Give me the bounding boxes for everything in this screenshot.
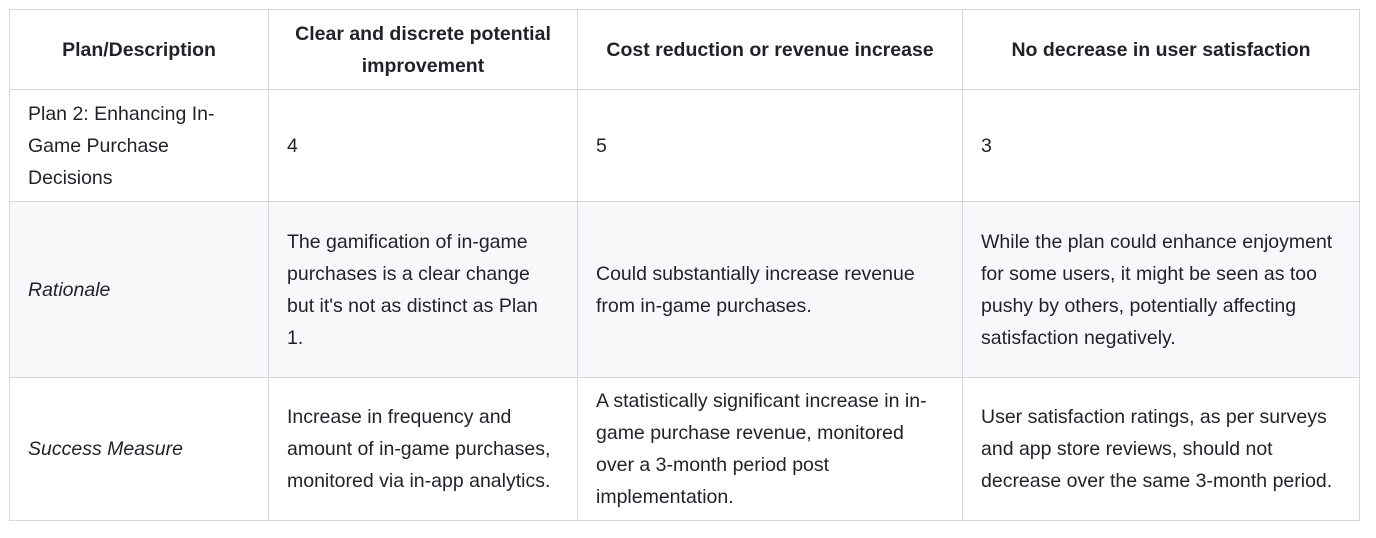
success-revenue-cell: A statistically significant increase in … (577, 377, 963, 521)
header-user-satisfaction: No decrease in user satisfaction (962, 9, 1360, 90)
success-measure-label-cell: Success Measure (9, 377, 269, 521)
header-plan-description: Plan/Description (9, 9, 269, 90)
rationale-satisfaction-cell: While the plan could enhance enjoyment f… (962, 201, 1360, 378)
plan-label-cell: Plan 2: Enhancing In-Game Purchase Decis… (9, 89, 269, 202)
evaluation-table: Plan/Description Clear and discrete pote… (9, 9, 1360, 521)
header-clear-improvement: Clear and discrete potential improvement (268, 9, 578, 90)
table-row-rationale: Rationale The gamification of in-game pu… (9, 201, 1360, 378)
rationale-revenue-cell: Could substantially increase revenue fro… (577, 201, 963, 378)
table-row-plan: Plan 2: Enhancing In-Game Purchase Decis… (9, 89, 1360, 202)
table-header-row: Plan/Description Clear and discrete pote… (9, 9, 1360, 90)
plan-improvement-score: 4 (268, 89, 578, 202)
success-satisfaction-cell: User satisfaction ratings, as per survey… (962, 377, 1360, 521)
plan-satisfaction-score: 3 (962, 89, 1360, 202)
header-cost-revenue: Cost reduction or revenue increase (577, 9, 963, 90)
success-improvement-cell: Increase in frequency and amount of in-g… (268, 377, 578, 521)
rationale-improvement-cell: The gamification of in-game purchases is… (268, 201, 578, 378)
plan-revenue-score: 5 (577, 89, 963, 202)
table-row-success-measure: Success Measure Increase in frequency an… (9, 377, 1360, 521)
rationale-label-cell: Rationale (9, 201, 269, 378)
